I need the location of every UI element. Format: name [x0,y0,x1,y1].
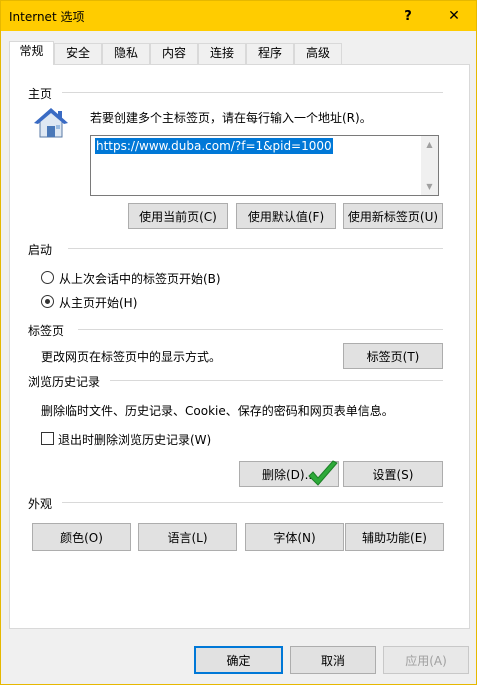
help-button[interactable]: ? [385,1,431,31]
close-button[interactable]: ✕ [431,1,477,31]
url-scrollbar[interactable]: ▲ ▼ [421,136,438,195]
tabs-settings-button[interactable]: 标签页(T) [343,343,443,369]
use-default-button[interactable]: 使用默认值(F) [236,203,336,229]
tab-security[interactable]: 安全 [54,43,102,64]
delete-history-on-exit-label: 退出时删除浏览历史记录(W) [58,433,212,447]
homepage-description: 若要创建多个主标签页，请在每行输入一个地址(R)。 [90,111,372,125]
homepage-section-title: 主页 [28,87,53,101]
scroll-up-icon[interactable]: ▲ [421,136,438,153]
appearance-section-title: 外观 [28,497,53,511]
tab-general[interactable]: 常规 [9,41,54,65]
delete-history-on-exit-checkbox[interactable] [41,432,54,445]
history-divider [110,380,443,381]
startup-last-session-radio[interactable] [41,271,54,284]
tabs-section-title: 标签页 [28,324,65,338]
homepage-url-text: https://www.duba.com/?f=1&pid=1000 [95,138,333,154]
fonts-button[interactable]: 字体(N) [245,523,344,551]
ok-button[interactable]: 确定 [194,646,283,674]
languages-button[interactable]: 语言(L) [138,523,237,551]
startup-homepage-label: 从主页开始(H) [59,296,138,310]
history-settings-button[interactable]: 设置(S) [343,461,443,487]
history-description: 删除临时文件、历史记录、Cookie、保存的密码和网页表单信息。 [41,404,394,418]
tab-programs[interactable]: 程序 [246,43,294,64]
tab-content[interactable]: 内容 [150,43,198,64]
startup-homepage-radio[interactable] [41,295,54,308]
tabs-divider [78,329,443,330]
checkmark-icon [308,460,338,486]
homepage-url-input[interactable]: https://www.duba.com/?f=1&pid=1000 ▲ ▼ [90,135,439,196]
startup-divider [68,248,443,249]
accessibility-button[interactable]: 辅助功能(E) [345,523,444,551]
history-section-title: 浏览历史记录 [28,375,101,389]
startup-section-title: 启动 [28,243,53,257]
tab-advanced[interactable]: 高级 [294,43,342,64]
scroll-down-icon[interactable]: ▼ [421,178,438,195]
colors-button[interactable]: 颜色(O) [32,523,131,551]
appearance-divider [62,502,443,503]
tab-privacy[interactable]: 隐私 [102,43,150,64]
internet-options-window: Internet 选项 ? ✕ 常规 安全 隐私 内容 连接 程序 高级 主页 … [0,0,477,685]
tab-connections[interactable]: 连接 [198,43,246,64]
tabs-description: 更改网页在标签页中的显示方式。 [41,350,222,364]
cancel-button[interactable]: 取消 [290,646,376,674]
use-current-button[interactable]: 使用当前页(C) [128,203,228,229]
homepage-divider [62,92,443,93]
window-title: Internet 选项 [9,10,85,24]
general-panel: 主页 若要创建多个主标签页，请在每行输入一个地址(R)。 https://www… [9,64,470,629]
home-icon [34,108,68,138]
use-new-tab-button[interactable]: 使用新标签页(U) [343,203,443,229]
title-bar[interactable]: Internet 选项 ? ✕ [1,1,476,31]
startup-last-session-label: 从上次会话中的标签页开始(B) [59,272,221,286]
apply-button[interactable]: 应用(A) [383,646,469,674]
